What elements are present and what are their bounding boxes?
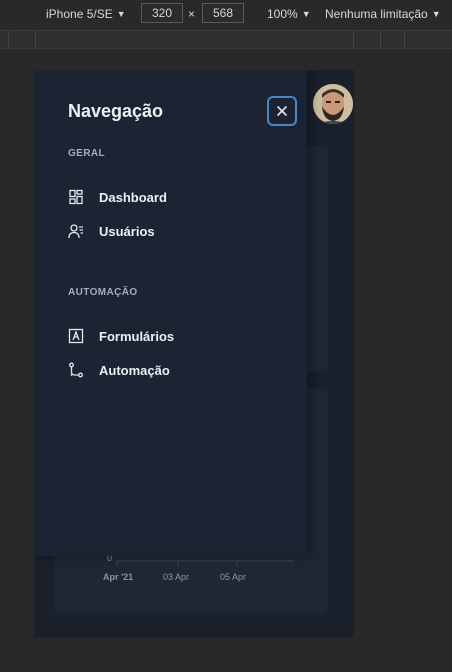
ruler-tick xyxy=(353,31,354,48)
device-select-label: iPhone 5/SE xyxy=(46,7,113,21)
nav-item-usuarios[interactable]: Usuários xyxy=(68,221,268,243)
device-select[interactable]: iPhone 5/SE ▼ xyxy=(46,7,126,21)
x-tick-label: Apr '21 xyxy=(103,572,134,582)
chevron-down-icon: ▼ xyxy=(301,9,311,19)
navigation-drawer: Navegação GERAL Dashboard Usuários AUTOM… xyxy=(34,70,307,556)
nav-item-automacao[interactable]: Automação xyxy=(68,360,268,382)
nav-label: Usuários xyxy=(99,224,155,239)
ruler-tick xyxy=(404,31,405,48)
ruler-tick xyxy=(380,31,381,48)
chevron-down-icon: ▼ xyxy=(116,9,126,19)
mobile-viewport: 0 Apr '21 03 Apr 05 Apr Navegação GERAL … xyxy=(34,70,354,638)
zoom-select[interactable]: 100% ▼ xyxy=(267,7,311,21)
throttling-select-label: Nenhuma limitação xyxy=(325,7,428,21)
nav-label: Dashboard xyxy=(99,190,167,205)
dimension-separator: × xyxy=(188,7,196,21)
nav-item-dashboard[interactable]: Dashboard xyxy=(68,187,268,209)
device-toolbar: iPhone 5/SE ▼ 320 × 568 100% ▼ Nenhuma lim… xyxy=(0,0,452,30)
nav-label: Formulários xyxy=(99,329,175,344)
width-input[interactable]: 320 xyxy=(141,3,183,23)
x-tick-label: 05 Apr xyxy=(220,572,247,582)
ruler-tick xyxy=(8,31,9,48)
users-icon xyxy=(68,224,83,239)
height-input[interactable]: 568 xyxy=(202,3,244,23)
avatar-image xyxy=(313,84,353,124)
media-query-ruler[interactable] xyxy=(0,30,452,49)
form-icon xyxy=(68,328,84,344)
section-title-automacao: AUTOMAÇÃO xyxy=(68,287,138,298)
section-title-geral: GERAL xyxy=(68,148,105,159)
avatar[interactable] xyxy=(313,84,353,124)
chevron-down-icon: ▼ xyxy=(431,9,441,19)
ruler-tick xyxy=(35,31,36,48)
dashboard-icon xyxy=(69,189,83,205)
throttling-select[interactable]: Nenhuma limitação ▼ xyxy=(325,7,441,21)
nav-label: Automação xyxy=(99,363,170,378)
zoom-select-label: 100% xyxy=(267,7,298,21)
drawer-title: Navegação xyxy=(68,101,164,121)
close-icon xyxy=(276,105,288,117)
git-branch-icon xyxy=(69,362,83,378)
nav-item-formularios[interactable]: Formulários xyxy=(68,326,268,348)
x-tick-label: 03 Apr xyxy=(163,572,190,582)
close-button[interactable] xyxy=(267,96,297,126)
